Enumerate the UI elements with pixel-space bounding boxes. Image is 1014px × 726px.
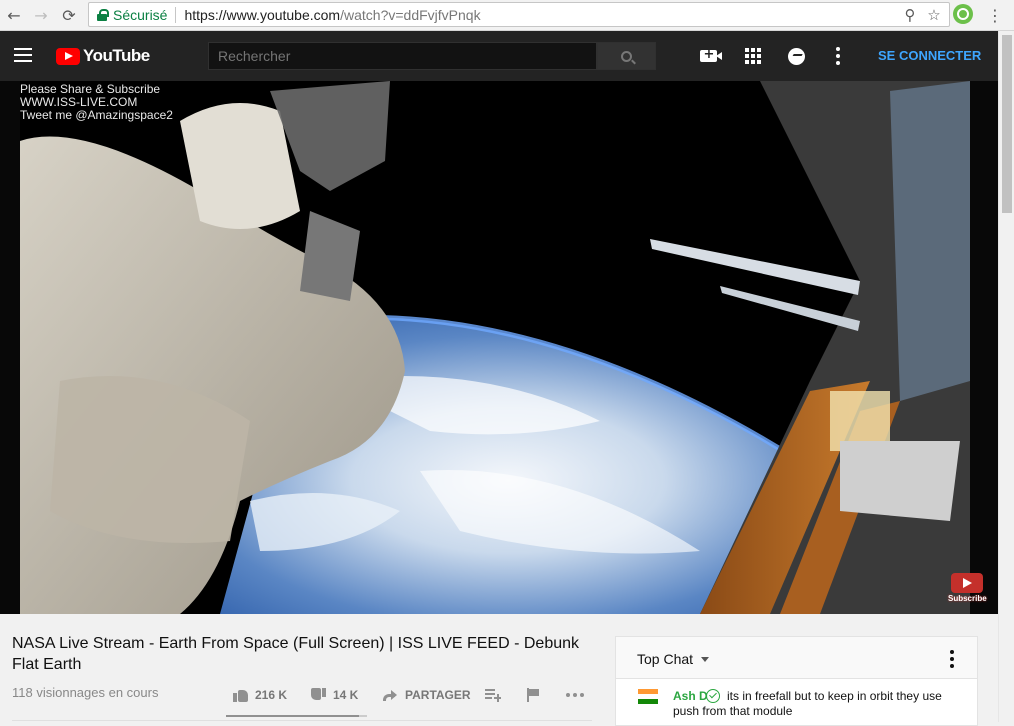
sentiment-bar: [226, 715, 367, 717]
search-input[interactable]: [208, 42, 597, 70]
secure-label: Sécurisé: [113, 6, 168, 23]
sentiment-fill: [226, 715, 359, 717]
report-button[interactable]: [527, 688, 539, 702]
chat-author[interactable]: Ash D: [673, 689, 708, 703]
apps-grid-icon[interactable]: [743, 46, 763, 66]
page-scrollbar[interactable]: [998, 31, 1014, 722]
chat-menu-icon[interactable]: [950, 650, 954, 668]
address-divider: [175, 6, 177, 23]
settings-more-icon[interactable]: [828, 46, 848, 66]
share-icon: [383, 690, 397, 701]
verified-icon: [706, 689, 720, 703]
more-actions-button[interactable]: [566, 693, 584, 697]
logo-text: YouTube: [83, 46, 150, 65]
url-path: /watch?v=ddFvjfvPnqk: [340, 6, 481, 23]
subscribe-label: Subscribe: [948, 594, 987, 603]
address-bar[interactable]: Sécurisé https://www.youtube.com/watch?v…: [88, 2, 950, 27]
chevron-down-icon[interactable]: [701, 657, 709, 662]
hamburger-menu-icon[interactable]: [14, 48, 32, 62]
add-to-playlist-icon: [485, 688, 501, 702]
flag-icon: [527, 688, 539, 702]
add-to-playlist-button[interactable]: [485, 688, 501, 702]
thumbs-up-icon: [233, 688, 248, 702]
forward-icon[interactable]: →: [30, 4, 52, 26]
view-count: 118 visionnages en cours: [12, 685, 159, 700]
reload-icon[interactable]: ⟳: [58, 4, 80, 26]
back-icon[interactable]: ←: [3, 4, 25, 26]
search-button[interactable]: [597, 42, 656, 70]
browser-menu-icon[interactable]: ⋮: [984, 4, 1006, 26]
share-button[interactable]: PARTAGER: [383, 688, 471, 702]
avatar: [638, 689, 658, 705]
zoom-icon[interactable]: ⚲: [899, 4, 921, 26]
video-title: NASA Live Stream - Earth From Space (Ful…: [12, 635, 580, 673]
chat-header: Top Chat: [616, 637, 977, 679]
youtube-logo[interactable]: YouTube: [56, 46, 150, 66]
video-frame: [0, 81, 998, 614]
url-host: https://www.youtube.com: [184, 6, 341, 23]
subscribe-play-icon: [951, 573, 983, 593]
chat-mode-dropdown[interactable]: Top Chat: [637, 651, 693, 667]
overlay-line: Tweet me @Amazingspace2: [20, 108, 173, 122]
scrollbar-thumb[interactable]: [1002, 35, 1012, 213]
more-horizontal-icon: [566, 693, 584, 697]
lock-icon: [97, 8, 109, 21]
like-button[interactable]: 216 K: [233, 688, 287, 702]
messages-icon[interactable]: [786, 46, 806, 66]
youtube-play-icon: [56, 47, 80, 65]
subscribe-watermark-button[interactable]: Subscribe: [948, 573, 987, 603]
youtube-header: YouTube SE CONNECTER: [0, 31, 998, 81]
video-player[interactable]: Please Share & Subscribe WWW.ISS-LIVE.CO…: [0, 81, 998, 614]
dislike-button[interactable]: 14 K: [311, 688, 358, 702]
live-chat-panel: Top Chat its in freefall but to keep in …: [615, 636, 978, 726]
like-count: 216 K: [255, 688, 288, 702]
thumbs-down-icon: [311, 688, 326, 702]
section-divider: [12, 720, 592, 721]
video-overlay-text: Please Share & Subscribe WWW.ISS-LIVE.CO…: [20, 83, 173, 122]
browser-toolbar: ← → ⟳ Sécurisé https://www.youtube.com/w…: [0, 0, 1014, 31]
share-label: PARTAGER: [405, 688, 471, 702]
star-icon[interactable]: ☆: [923, 4, 945, 26]
search-icon: [621, 50, 632, 62]
dislike-count: 14 K: [333, 688, 359, 702]
upload-video-icon[interactable]: [698, 46, 722, 66]
signin-button[interactable]: SE CONNECTER: [878, 48, 981, 63]
extension-icon[interactable]: [953, 4, 973, 24]
